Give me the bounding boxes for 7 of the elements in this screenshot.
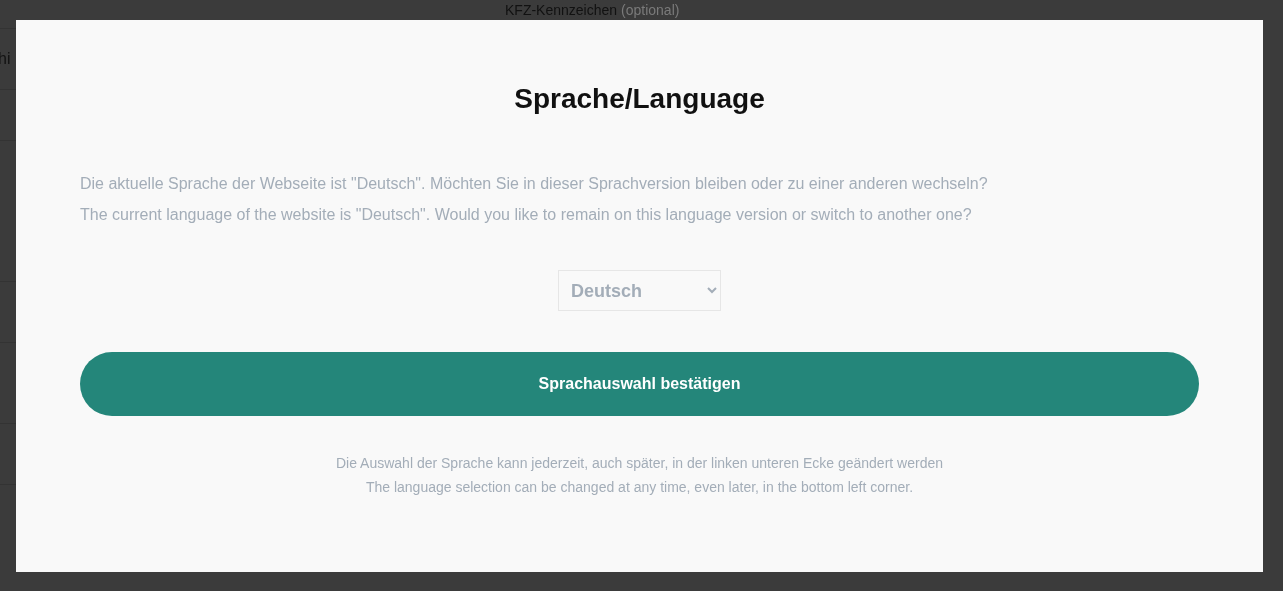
note-text: Die Auswahl der Sprache kann jederzeit, auch später, in der linken unteren Ecke geändert werden (335, 454, 943, 472)
dialog-text: Die aktuelle Sprache der Webseite ist "Deutsch". Möchten Sie in dieser Sprachversion bleiben oder zu einer anderen wechseln? (80, 174, 989, 193)
note-text: The language selection can be changed at any time, even later, in the bottom left corner. (365, 478, 914, 496)
field-hint: (optional) (621, 2, 680, 18)
dialog-text: The current language of the website is "Deutsch". Would you like to remain on this language version or switch to another one? (80, 205, 973, 224)
dialog-title: Sprache/Language (514, 82, 765, 116)
confirm-button[interactable]: Sprachauswahl bestätigen (80, 352, 1199, 416)
